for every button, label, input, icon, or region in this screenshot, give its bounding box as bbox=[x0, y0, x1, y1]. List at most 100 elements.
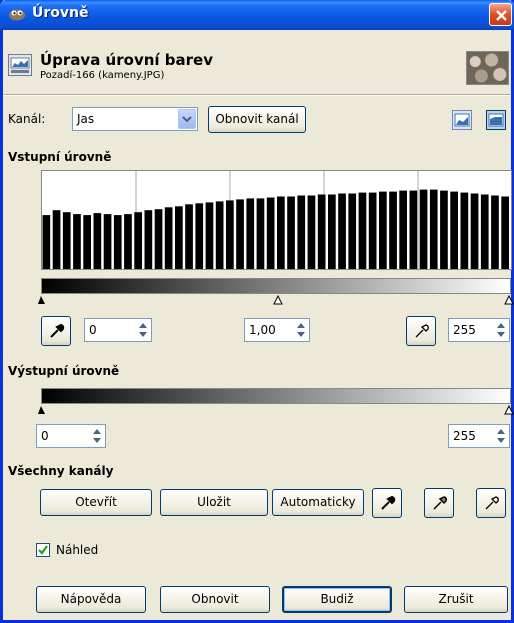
histogram-bar bbox=[256, 198, 265, 269]
histogram-bar bbox=[236, 199, 244, 269]
histogram-bar bbox=[226, 200, 234, 269]
histogram-bar bbox=[246, 198, 255, 269]
window-title: Úrovně bbox=[32, 5, 89, 21]
auto-white-picker[interactable] bbox=[476, 488, 506, 518]
ok-button[interactable]: Budiž bbox=[282, 586, 392, 613]
save-button[interactable]: Uložit bbox=[160, 489, 268, 516]
histogram-bar bbox=[124, 214, 132, 269]
histogram-bar bbox=[134, 212, 142, 269]
histogram-bar bbox=[307, 195, 316, 269]
spin-arrows-icon[interactable] bbox=[494, 426, 508, 446]
levels-icon bbox=[8, 54, 32, 76]
spin-arrows-icon[interactable] bbox=[294, 320, 308, 340]
log-histogram-icon[interactable] bbox=[486, 110, 506, 130]
chevron-down-icon[interactable] bbox=[178, 109, 196, 129]
open-button[interactable]: Otevřít bbox=[40, 489, 152, 516]
histogram-bar bbox=[460, 192, 469, 269]
histogram-bar bbox=[440, 190, 448, 269]
channel-select[interactable]: Jas bbox=[72, 107, 198, 131]
histogram-bar bbox=[317, 194, 326, 269]
spin-arrows-icon[interactable] bbox=[494, 320, 508, 340]
output-slider-handles[interactable] bbox=[38, 404, 514, 416]
histogram-bar bbox=[277, 196, 285, 269]
output-high-value: 255 bbox=[453, 429, 476, 443]
gamma-value: 1,00 bbox=[249, 323, 276, 337]
channel-label: Kanál: bbox=[8, 112, 46, 126]
input-high-handle bbox=[504, 294, 514, 305]
output-low-field[interactable]: 0 bbox=[36, 424, 106, 448]
histogram-bar bbox=[175, 206, 183, 269]
histogram-bar bbox=[338, 193, 346, 269]
input-gradient bbox=[41, 278, 511, 294]
histogram-bar bbox=[491, 195, 499, 269]
input-low-field[interactable]: 0 bbox=[84, 318, 152, 342]
histogram-bar bbox=[368, 192, 377, 269]
white-point-picker[interactable] bbox=[406, 316, 436, 346]
histogram-bar bbox=[62, 212, 71, 269]
reset-button[interactable]: Obnovit bbox=[160, 586, 270, 613]
histogram-bar bbox=[93, 213, 102, 269]
input-slider-handles[interactable] bbox=[38, 294, 514, 306]
histogram-bar bbox=[429, 189, 438, 269]
histogram-bar bbox=[164, 207, 173, 269]
histogram-bar bbox=[185, 204, 193, 269]
histogram-bar bbox=[154, 209, 163, 269]
eyedropper-white-icon bbox=[485, 496, 499, 510]
histogram-bar bbox=[399, 190, 407, 269]
histogram-bar bbox=[73, 214, 81, 269]
black-point-picker[interactable] bbox=[41, 316, 71, 346]
histogram-bar bbox=[205, 202, 214, 269]
output-high-handle bbox=[504, 404, 514, 415]
histogram-bar bbox=[348, 193, 357, 269]
all-channels-heading: Všechny kanály bbox=[8, 464, 114, 478]
spin-arrows-icon[interactable] bbox=[136, 320, 150, 340]
histogram-bar bbox=[358, 192, 367, 269]
auto-gray-picker[interactable] bbox=[424, 488, 454, 518]
output-levels-heading: Výstupní úrovně bbox=[8, 364, 120, 378]
spin-arrows-icon[interactable] bbox=[90, 426, 104, 446]
checkmark-icon bbox=[38, 545, 48, 555]
gimp-icon bbox=[9, 9, 25, 21]
auto-black-picker[interactable] bbox=[372, 488, 402, 518]
histogram-bar bbox=[266, 197, 275, 269]
input-high-value: 255 bbox=[453, 323, 476, 337]
histogram-bar bbox=[287, 196, 295, 269]
output-high-field[interactable]: 255 bbox=[448, 424, 510, 448]
output-low-value: 0 bbox=[41, 429, 49, 443]
image-name: Pozadí-166 (kameny.JPG) bbox=[40, 70, 165, 81]
histogram-bar bbox=[419, 189, 428, 269]
gamma-field[interactable]: 1,00 bbox=[244, 318, 310, 342]
eyedropper-black-icon bbox=[50, 323, 65, 338]
output-low-handle bbox=[38, 406, 45, 414]
histogram-bar bbox=[379, 191, 387, 269]
histogram-bar bbox=[328, 194, 336, 269]
histogram-bar bbox=[450, 191, 458, 269]
linear-histogram-icon[interactable] bbox=[452, 110, 472, 130]
histogram-bar bbox=[470, 193, 479, 269]
separator bbox=[4, 94, 510, 96]
histogram-bar bbox=[103, 214, 112, 269]
auto-button[interactable]: Automaticky bbox=[272, 489, 364, 516]
histogram-bar bbox=[42, 215, 51, 269]
preview-checkbox[interactable] bbox=[36, 543, 50, 557]
histogram-bar bbox=[297, 195, 306, 269]
dialog-heading: Úprava úrovní barev bbox=[40, 51, 213, 69]
input-levels-heading: Vstupní úrovně bbox=[8, 150, 112, 164]
histogram-bar bbox=[501, 196, 509, 269]
help-button[interactable]: Nápověda bbox=[36, 586, 146, 613]
preview-label[interactable]: Náhled bbox=[56, 543, 98, 557]
input-low-value: 0 bbox=[89, 323, 97, 337]
cancel-button[interactable]: Zrušit bbox=[404, 586, 508, 613]
input-high-field[interactable]: 255 bbox=[448, 318, 510, 342]
close-button[interactable] bbox=[489, 3, 512, 26]
close-icon bbox=[496, 10, 507, 21]
histogram bbox=[41, 170, 512, 270]
reset-channel-button[interactable]: Obnovit kanál bbox=[208, 106, 306, 133]
input-low-handle bbox=[38, 296, 45, 304]
eyedropper-white-icon bbox=[415, 324, 429, 338]
histogram-bar bbox=[195, 203, 204, 269]
title-bar[interactable]: Úrovně bbox=[0, 0, 514, 30]
histogram-bar bbox=[409, 190, 418, 269]
eyedropper-gray-icon bbox=[433, 496, 447, 510]
channel-value: Jas bbox=[77, 112, 95, 126]
